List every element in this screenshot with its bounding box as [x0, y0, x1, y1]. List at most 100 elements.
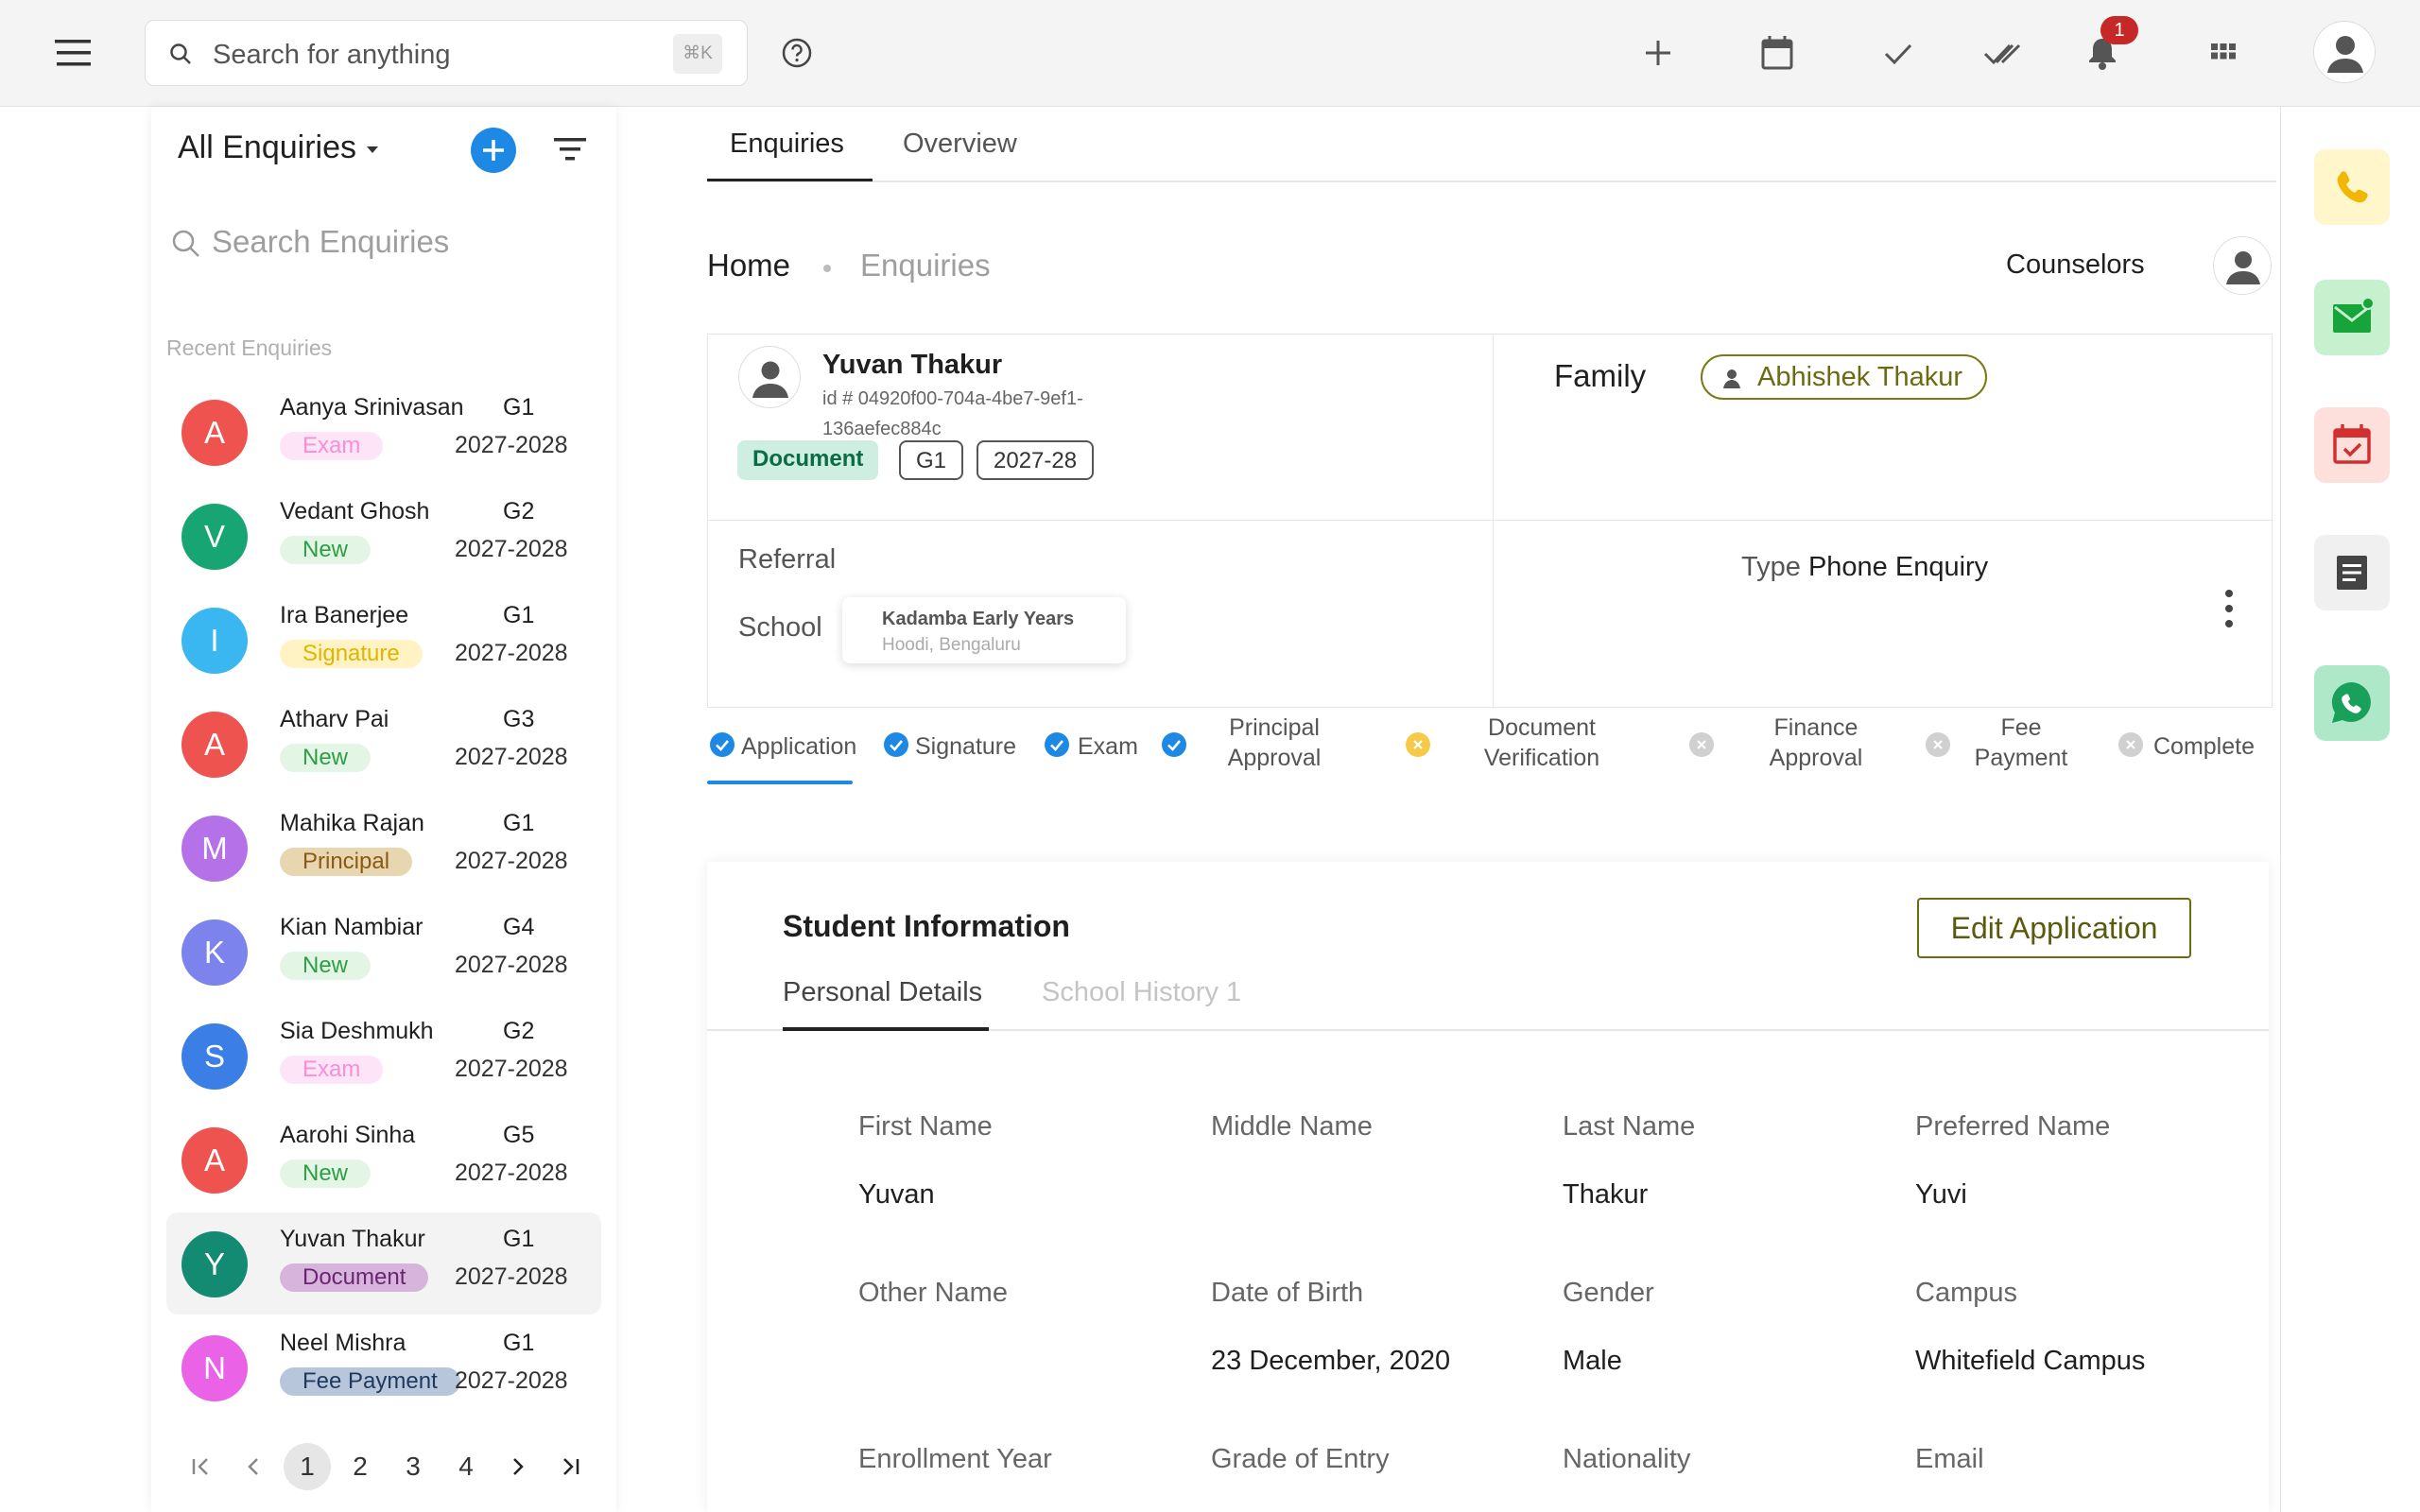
page-number[interactable]: 2 [337, 1443, 384, 1490]
step-label: Signature [915, 733, 1017, 760]
enquiry-grade: G3 [503, 706, 535, 732]
avatar: V [182, 504, 248, 570]
enquiry-grade: G1 [503, 810, 535, 836]
filter-icon[interactable] [552, 135, 588, 163]
calendar-icon[interactable] [2314, 407, 2390, 483]
notes-icon[interactable] [2314, 535, 2390, 610]
more-options-icon[interactable] [2222, 588, 2236, 629]
referral-label: Referral [738, 544, 837, 575]
page-number[interactable]: 3 [389, 1443, 437, 1490]
avatar: A [182, 1127, 248, 1194]
avatar: I [182, 608, 248, 674]
enquiry-list-item[interactable]: M Mahika Rajan G1 Principal 2027-2028 [166, 797, 601, 899]
enquiry-year: 2027-2028 [455, 1160, 568, 1186]
student-avatar [738, 346, 801, 408]
page-number[interactable]: 1 [284, 1443, 331, 1490]
apps-grid-icon[interactable] [2206, 34, 2240, 72]
edit-application-button[interactable]: Edit Application [1917, 898, 2191, 958]
x-circle-icon [1688, 731, 1715, 758]
help-icon[interactable] [781, 37, 813, 69]
step-label: Exam [1078, 733, 1138, 760]
type-label: Type [1741, 552, 1801, 582]
field-label: Enrollment Year [858, 1444, 1052, 1474]
enquiry-name: Aanya Srinivasan [280, 394, 464, 421]
caret-down-icon[interactable] [367, 146, 378, 153]
divider [1493, 335, 1494, 709]
enquiry-year: 2027-2028 [455, 848, 568, 874]
check-circle-icon [1161, 731, 1187, 758]
enquiry-filter-dropdown[interactable]: All Enquiries [178, 129, 356, 166]
enquiry-list-item[interactable]: Y Yuvan Thakur G1 Document 2027-2028 [166, 1212, 601, 1314]
family-member-name: Abhishek Thakur [1757, 362, 1963, 392]
enquiry-list-item[interactable]: V Vedant Ghosh G2 New 2027-2028 [166, 485, 601, 587]
enquiry-list-item[interactable]: N Neel Mishra G1 Fee Payment 2027-2028 [166, 1316, 601, 1418]
active-tab-indicator [783, 1027, 989, 1031]
enquiry-list-item[interactable]: A Aarohi Sinha G5 New 2027-2028 [166, 1108, 601, 1211]
breadcrumb-current: Enquiries [860, 248, 991, 283]
enquiry-year: 2027-2028 [455, 536, 568, 562]
enquiry-name: Mahika Rajan [280, 810, 424, 836]
double-check-icon[interactable] [1983, 34, 2025, 72]
enquiry-grade: G1 [503, 602, 535, 628]
field-label: Date of Birth [1211, 1278, 1364, 1308]
enquiry-list-item[interactable]: S Sia Deshmukh G2 Exam 2027-2028 [166, 1005, 601, 1107]
enquiry-year: 2027-2028 [455, 640, 568, 666]
enquiry-type: Type Phone Enquiry [1741, 552, 1988, 583]
avatar: N [182, 1335, 248, 1401]
tab-overview[interactable]: Overview [903, 129, 1017, 160]
application-stepper: Application Signature Exam Principal Approv… [707, 711, 2273, 786]
global-search[interactable]: Search for anything ⌘K [145, 20, 748, 86]
enquiry-list-item[interactable]: K Kian Nambiar G4 New 2027-2028 [166, 901, 601, 1003]
whatsapp-icon[interactable] [2314, 665, 2390, 741]
tab-enquiries[interactable]: Enquiries [730, 129, 844, 160]
step-label: Finance Approval [1769, 714, 1863, 771]
field-label: Last Name [1563, 1111, 1696, 1142]
enquiry-list-item[interactable]: A Atharv Pai G3 New 2027-2028 [166, 693, 601, 795]
status-badge: Document [280, 1263, 429, 1292]
grade-chip: G1 [899, 440, 964, 480]
status-badge: New [280, 744, 372, 772]
next-page-icon[interactable] [493, 1443, 541, 1490]
field-label: First Name [858, 1111, 993, 1142]
student-information-panel: Student Information Edit Application Per… [707, 862, 2269, 1512]
field-label: Preferred Name [1915, 1111, 2111, 1142]
email-icon[interactable] [2314, 280, 2390, 355]
avatar: K [182, 919, 248, 986]
status-badge: New [280, 536, 372, 564]
enquiry-name: Ira Banerjee [280, 602, 409, 628]
step-label: Fee Payment [1974, 714, 2068, 771]
first-page-icon[interactable] [178, 1443, 225, 1490]
add-enquiry-button[interactable] [471, 128, 516, 173]
counselor-avatar[interactable] [2213, 236, 2272, 295]
enquiry-year: 2027-2028 [455, 1263, 568, 1290]
check-circle-icon [883, 731, 909, 758]
tab-school-history[interactable]: School History 1 [1042, 977, 1241, 1008]
divider [708, 520, 2273, 521]
active-step-indicator [707, 781, 853, 784]
check-icon[interactable] [1881, 34, 1915, 72]
field-value: Yuvan [858, 1179, 935, 1210]
menu-icon[interactable] [55, 36, 96, 70]
search-icon [170, 228, 202, 260]
tab-personal-details[interactable]: Personal Details [783, 977, 982, 1008]
breadcrumb-home[interactable]: Home [707, 248, 790, 284]
tab-divider [707, 180, 2276, 182]
school-card[interactable]: Kadamba Early Years Hoodi, Bengaluru [842, 597, 1126, 663]
year-chip: 2027-28 [977, 440, 1095, 480]
search-enquiries-input[interactable]: Search Enquiries [212, 224, 449, 260]
user-avatar-icon[interactable] [2313, 21, 2376, 83]
prev-page-icon[interactable] [231, 1443, 278, 1490]
enquiry-year: 2027-2028 [455, 744, 568, 770]
family-member-chip[interactable]: Abhishek Thakur [1701, 354, 1988, 400]
phone-icon[interactable] [2314, 149, 2390, 225]
calendar-icon[interactable] [1760, 34, 1794, 72]
enquiry-list-item[interactable]: A Aanya Srinivasan G1 Exam 2027-2028 [166, 381, 601, 483]
field-value: Thakur [1563, 1179, 1649, 1210]
recent-enquiries-label: Recent Enquiries [166, 335, 333, 360]
plus-icon[interactable] [1639, 34, 1677, 72]
last-page-icon[interactable] [546, 1443, 594, 1490]
enquiry-year: 2027-2028 [455, 1056, 568, 1082]
page-number[interactable]: 4 [442, 1443, 490, 1490]
school-label: School [738, 612, 822, 643]
enquiry-list-item[interactable]: I Ira Banerjee G1 Signature 2027-2028 [166, 589, 601, 691]
